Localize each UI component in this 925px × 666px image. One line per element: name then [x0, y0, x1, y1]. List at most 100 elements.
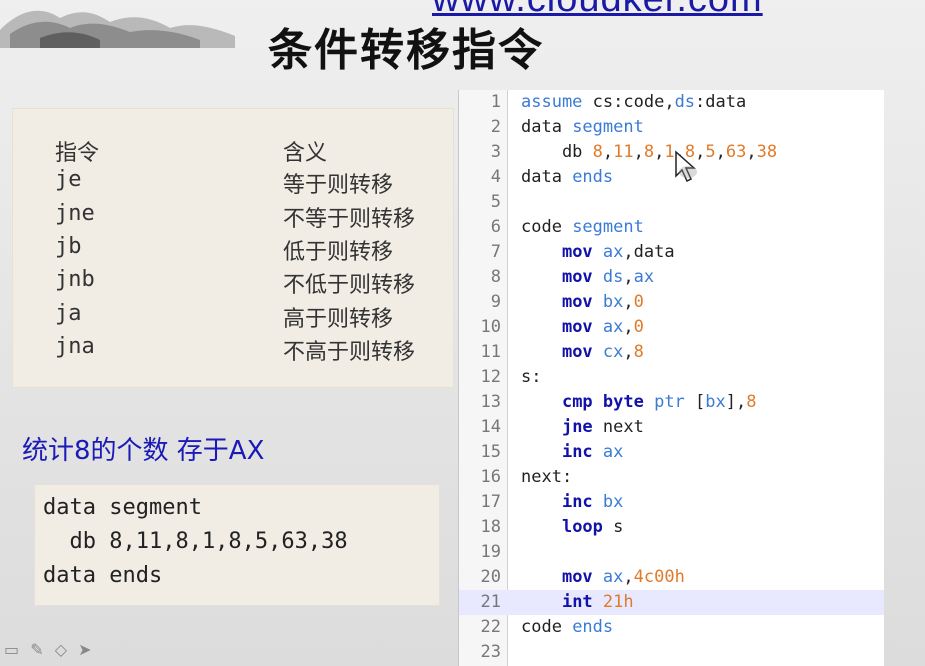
code-text: mov ds,ax	[561, 267, 655, 287]
table-row: jb 低于则转移	[13, 234, 453, 268]
line-number: 21	[480, 592, 501, 612]
line-number: 2	[490, 117, 501, 137]
code-line[interactable]: 19	[459, 540, 884, 565]
line-number: 4	[490, 167, 501, 187]
code-text: next:	[521, 467, 573, 487]
code-text: db 8,11,8,1,8,5,63,38	[521, 142, 778, 162]
code-line[interactable]: 5	[459, 190, 884, 215]
code-text: mov cx,8	[561, 342, 644, 362]
code-text: inc bx	[561, 492, 624, 512]
code-text: cmp byte ptr [bx],8	[561, 392, 757, 412]
code-text: s:	[521, 367, 542, 387]
header-meaning: 含义	[283, 141, 328, 166]
presentation-toolbar: ▭ ✎ ◇ ➤	[4, 640, 98, 662]
code-line[interactable]: 1 assume cs:code,ds:data	[459, 90, 884, 115]
code-line[interactable]: 9 mov bx,0	[459, 290, 884, 315]
row-meaning: 等于则转移	[283, 173, 394, 198]
code-line[interactable]: 22 code ends	[459, 615, 884, 640]
code-text: mov bx,0	[561, 292, 644, 312]
code-line[interactable]: 16 next:	[459, 465, 884, 490]
code-line[interactable]: 12 s:	[459, 365, 884, 390]
snippet-line: data ends	[43, 563, 163, 588]
row-meaning: 不低于则转移	[283, 273, 416, 298]
pen-icon[interactable]: ✎	[30, 640, 43, 659]
code-line[interactable]: 23	[459, 640, 884, 665]
header-instr: 指令	[55, 141, 100, 166]
code-line[interactable]: 11 mov cx,8	[459, 340, 884, 365]
line-number: 11	[480, 342, 501, 362]
code-line[interactable]: 6 code segment	[459, 215, 884, 240]
code-line[interactable]: 17 inc bx	[459, 490, 884, 515]
line-number: 17	[480, 492, 501, 512]
code-line[interactable]: 20 mov ax,4c00h	[459, 565, 884, 590]
code-line[interactable]: 13 cmp byte ptr [bx],8	[459, 390, 884, 415]
line-number: 3	[490, 142, 501, 162]
mouse-cursor-icon	[675, 150, 697, 183]
table-row: jna 不高于则转移	[13, 334, 453, 368]
line-number: 18	[480, 517, 501, 537]
line-number: 23	[480, 642, 501, 662]
table-row: ja 高于则转移	[13, 301, 453, 335]
code-text: int 21h	[561, 592, 634, 612]
pointer-icon[interactable]: ➤	[78, 640, 91, 659]
row-meaning: 高于则转移	[283, 307, 394, 332]
task-caption: 统计8的个数 存于AX	[22, 436, 265, 466]
row-instr: jna	[55, 334, 95, 359]
snippet-line: db 8,11,8,1,8,5,63,38	[43, 529, 348, 554]
row-instr: jb	[55, 234, 82, 259]
ink-mountain-logo	[0, 10, 235, 48]
line-number: 12	[480, 367, 501, 387]
code-line[interactable]: 7 mov ax,data	[459, 240, 884, 265]
code-text: jne next	[561, 417, 644, 437]
code-text: code segment	[521, 217, 644, 237]
code-text: mov ax,data	[561, 242, 675, 262]
line-number: 9	[490, 292, 501, 312]
slide-title: 条件转移指令	[268, 25, 544, 76]
row-meaning: 不等于则转移	[283, 207, 416, 232]
code-text: mov ax,4c00h	[561, 567, 685, 587]
line-number: 14	[480, 417, 501, 437]
code-text: data ends	[521, 167, 614, 187]
table-row: je 等于则转移	[13, 167, 453, 201]
line-number: 22	[480, 617, 501, 637]
code-text: loop s	[561, 517, 624, 537]
code-line[interactable]: 21 int 21h	[459, 590, 884, 615]
data-segment-snippet: data segment db 8,11,8,1,8,5,63,38 data …	[34, 484, 440, 606]
slides-icon[interactable]: ▭	[4, 640, 19, 659]
table-header-row: 指令 含义	[13, 135, 453, 169]
table-row: jnb 不低于则转移	[13, 267, 453, 301]
code-line[interactable]: 8 mov ds,ax	[459, 265, 884, 290]
code-line[interactable]: 15 inc ax	[459, 440, 884, 465]
table-row: jne 不等于则转移	[13, 201, 453, 235]
row-meaning: 低于则转移	[283, 240, 394, 265]
line-number: 20	[480, 567, 501, 587]
line-number: 10	[480, 317, 501, 337]
code-line[interactable]: 10 mov ax,0	[459, 315, 884, 340]
line-number: 1	[490, 92, 501, 112]
line-number: 8	[490, 267, 501, 287]
line-number: 19	[480, 542, 501, 562]
code-text: assume cs:code,ds:data	[521, 92, 747, 112]
row-instr: je	[55, 167, 82, 192]
code-text: inc ax	[561, 442, 624, 462]
snippet-line: data segment	[43, 495, 202, 520]
line-number: 16	[480, 467, 501, 487]
instruction-table: 指令 含义 je 等于则转移 jne 不等于则转移 jb 低于则转移 jnb 不…	[12, 108, 454, 388]
row-instr: ja	[55, 301, 82, 326]
line-number: 5	[490, 192, 501, 212]
line-number: 7	[490, 242, 501, 262]
row-meaning: 不高于则转移	[283, 340, 416, 365]
line-number: 15	[480, 442, 501, 462]
code-line[interactable]: 18 loop s	[459, 515, 884, 540]
code-editor[interactable]: 1 assume cs:code,ds:data 2 data segment 3 db…	[458, 90, 884, 666]
code-text: code ends	[521, 617, 614, 637]
code-line[interactable]: 2 data segment	[459, 115, 884, 140]
code-text: mov ax,0	[561, 317, 644, 337]
row-instr: jne	[55, 201, 95, 226]
line-number: 6	[490, 217, 501, 237]
code-line[interactable]: 14 jne next	[459, 415, 884, 440]
line-number: 13	[480, 392, 501, 412]
code-text: data segment	[521, 117, 644, 137]
row-instr: jnb	[55, 267, 95, 292]
eraser-icon[interactable]: ◇	[55, 640, 67, 659]
